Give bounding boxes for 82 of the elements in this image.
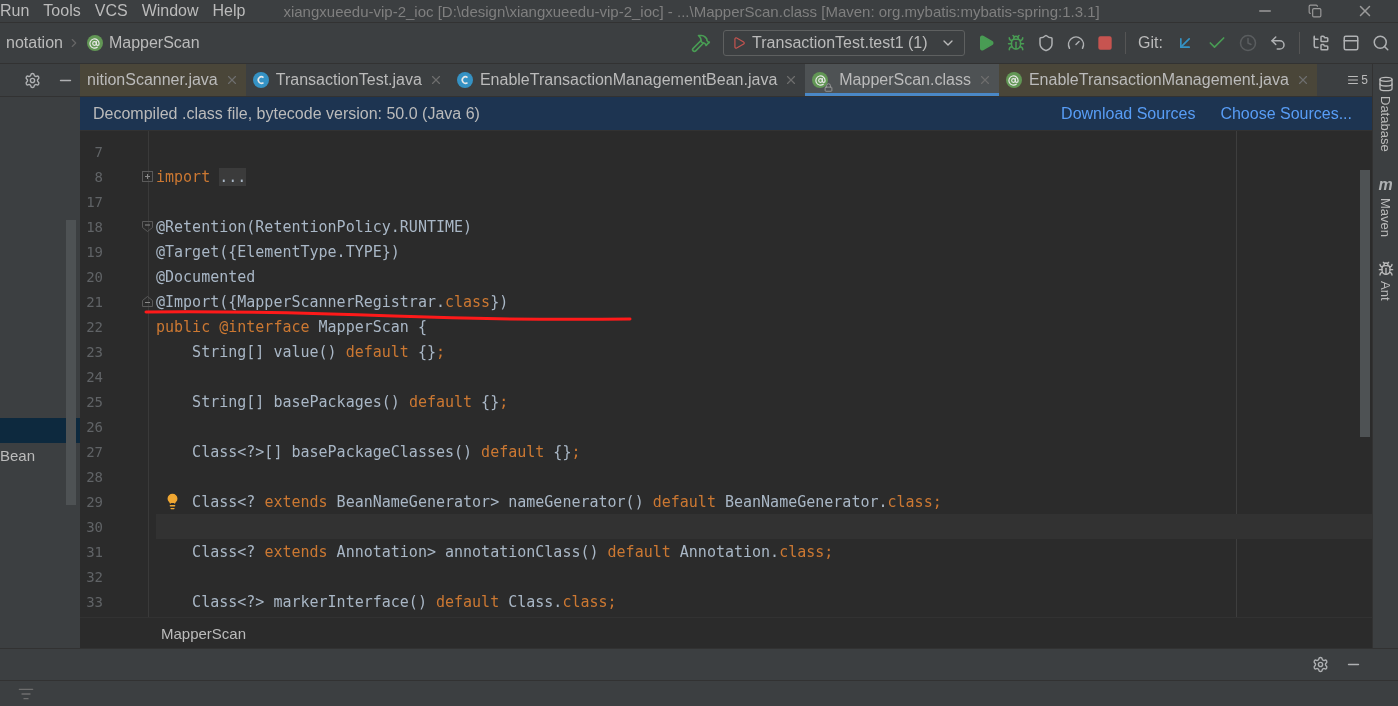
line-number: 22 (85, 318, 103, 335)
annotation-icon (812, 72, 829, 88)
tool-window-button[interactable]: Maven (1378, 197, 1393, 237)
line-number: 18 (85, 218, 103, 235)
tool-window-button[interactable]: Ant (1378, 280, 1393, 301)
menu-item[interactable]: Help (212, 2, 246, 20)
line-number: 21 (85, 293, 103, 310)
project-structure-icon[interactable] (1312, 34, 1330, 52)
annotation-icon (1005, 72, 1022, 88)
menu-item[interactable]: Window (141, 2, 199, 20)
line-number: 25 (85, 393, 103, 410)
run-config-dropdown[interactable]: TransactionTest.test1 (1) (723, 30, 966, 56)
test-class-icon (252, 72, 269, 88)
fold-icon[interactable] (142, 171, 153, 182)
code-line: import ... (156, 166, 248, 188)
ant-icon (1377, 260, 1394, 277)
maven-icon: m (1378, 175, 1393, 194)
profile-icon[interactable] (1067, 34, 1086, 52)
code-line: @Import({MapperScannerRegistrar.class}) (156, 289, 1372, 314)
menu-item[interactable]: VCS (94, 2, 128, 20)
search-icon[interactable] (1372, 34, 1390, 52)
menu-item[interactable]: Tools (43, 2, 81, 20)
line-number: 27 (85, 443, 103, 460)
scrollbar[interactable] (1360, 170, 1370, 437)
line-number: 32 (85, 568, 103, 585)
database-icon (1377, 76, 1394, 92)
menu-item[interactable]: Run (0, 2, 30, 20)
editor-tab[interactable]: MapperScan.class (805, 64, 999, 96)
annotation-icon (86, 35, 103, 51)
settings-icon[interactable] (24, 71, 41, 89)
line-number: 28 (85, 468, 103, 485)
test-run-icon (732, 36, 747, 50)
code-line: @Documented (156, 266, 257, 288)
git-label: Git: (1138, 34, 1163, 52)
line-number: 23 (85, 343, 103, 360)
undo-icon[interactable] (1269, 34, 1287, 52)
run-icon[interactable] (977, 34, 996, 52)
fold-icon[interactable] (142, 296, 153, 307)
stop-icon[interactable] (1097, 35, 1114, 51)
window-icon[interactable] (1342, 34, 1360, 52)
banner-link[interactable]: Download Sources (1061, 104, 1196, 123)
tab-list-button[interactable]: 5 (1343, 64, 1372, 96)
tree-item[interactable]: Bean (0, 443, 80, 468)
line-number: 24 (85, 368, 103, 385)
editor-tab[interactable]: nitionScanner.java (80, 64, 246, 96)
code-line: public @interface MapperScan { (156, 316, 428, 338)
line-number: 8 (93, 168, 103, 185)
code-line: String[] basePackages() default {}; (191, 391, 510, 413)
tool-window-button[interactable]: Database (1378, 96, 1393, 152)
code-line: Class<?>[] basePackageClasses() default {}; (191, 441, 582, 463)
line-number: 26 (85, 418, 103, 435)
line-number: 31 (85, 543, 103, 560)
settings-icon[interactable] (1312, 656, 1329, 673)
code-line: Class<? extends Annotation> annotationClass() default Annotation.class; (191, 541, 835, 563)
line-number: 20 (85, 268, 103, 285)
line-number: 33 (85, 593, 103, 610)
list-icon (1347, 74, 1360, 86)
code-line: Class<? extends BeanNameGenerator> nameGenerator() default BeanNameGenerator.class; (156, 489, 1372, 514)
breadcrumb-item[interactable]: notation (6, 34, 63, 52)
history-icon[interactable] (1239, 34, 1257, 52)
line-number: 17 (85, 193, 103, 210)
coverage-icon[interactable] (1037, 34, 1056, 52)
build-icon[interactable] (691, 33, 712, 53)
banner-link[interactable]: Choose Sources... (1220, 104, 1352, 123)
window-title: xiangxueedu-vip-2_ioc [D:\design\xiangxueedu-vip-2_ioc] - ...\MapperScan.class [Maven: org.mybatis:mybatis-spring:1.3.1] (283, 2, 1101, 20)
breadcrumb-item[interactable]: MapperScan (161, 624, 247, 642)
scrollbar[interactable] (66, 220, 76, 505)
editor-tab[interactable]: EnableTransactionManagement.java (998, 64, 1317, 96)
line-number: 19 (85, 243, 103, 260)
code-line: String[] value() default {}; (191, 341, 446, 363)
banner-message: Decompiled .class file, bytecode version: 50.0 (Java 6) (93, 104, 481, 123)
code-line: Class<?> markerInterface() default Class.class; (191, 591, 618, 613)
restore-icon[interactable] (1308, 4, 1322, 18)
line-number: 29 (85, 493, 103, 510)
breadcrumb-item[interactable]: MapperScan (108, 34, 200, 52)
code-line: @Retention(RetentionPolicy.RUNTIME) (156, 216, 474, 238)
line-number: 7 (93, 143, 103, 160)
class-icon (456, 72, 473, 88)
debug-icon[interactable] (1007, 34, 1026, 52)
line-number: 30 (85, 518, 103, 535)
code-line: @Target({ElementType.TYPE}) (156, 241, 401, 263)
fold-icon[interactable] (142, 221, 153, 232)
